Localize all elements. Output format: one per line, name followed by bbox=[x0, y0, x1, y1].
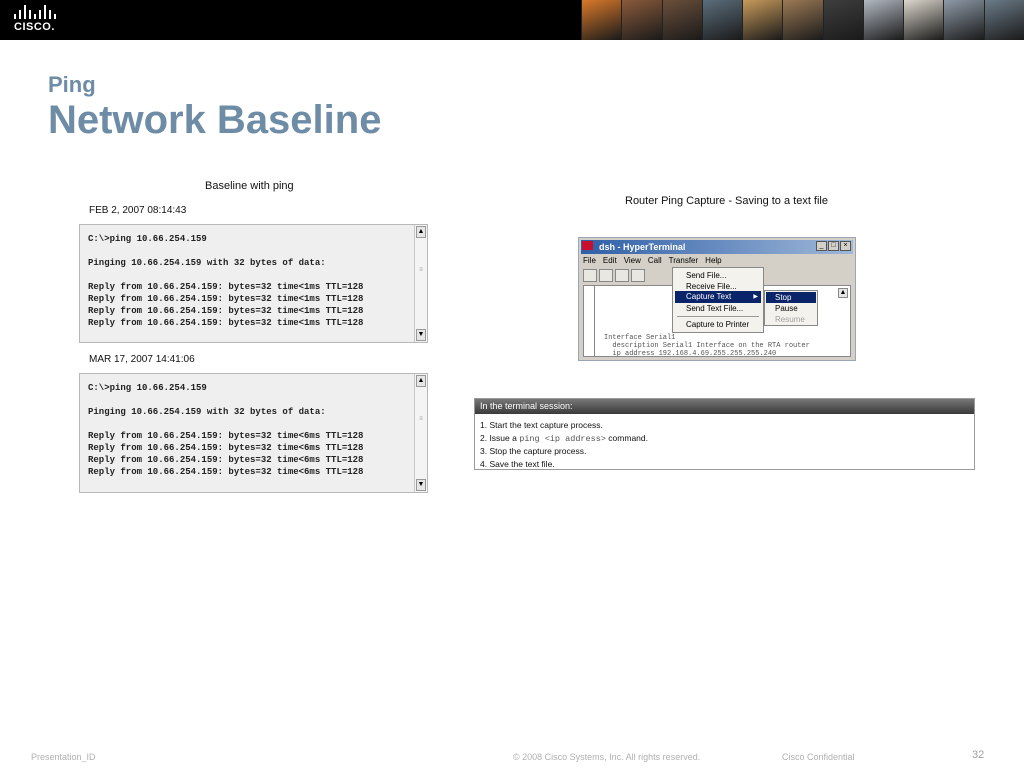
banner-photo bbox=[621, 0, 662, 40]
menu-bar: File Edit View Call Transfer Help bbox=[583, 256, 722, 265]
menu-item-send-text-file[interactable]: Send Text File... bbox=[675, 303, 761, 315]
scroll-up-icon[interactable]: ▲ bbox=[416, 226, 426, 238]
ping-output-text-1: C:\>ping 10.66.254.159 Pinging 10.66.254… bbox=[88, 234, 364, 328]
banner-photo bbox=[903, 0, 944, 40]
minimize-button[interactable]: _ bbox=[816, 241, 827, 251]
footer-confidential: Cisco Confidential bbox=[782, 752, 855, 762]
slide-subtitle: Ping bbox=[48, 72, 96, 97]
close-button[interactable]: × bbox=[840, 241, 851, 251]
scroll-up-icon[interactable]: ▲ bbox=[416, 375, 426, 387]
banner-photo bbox=[782, 0, 823, 40]
panel-body: 1. Start the text capture process. 2. Is… bbox=[475, 414, 974, 470]
cisco-logo-text: CISCO. bbox=[14, 21, 55, 33]
capture-submenu: Stop Pause Resume bbox=[764, 290, 818, 326]
new-file-icon[interactable] bbox=[583, 269, 597, 282]
capture1-date: FEB 2, 2007 08:14:43 bbox=[89, 205, 187, 216]
banner-photo bbox=[742, 0, 783, 40]
slide-title: Network Baseline bbox=[48, 98, 382, 142]
step-1: 1. Start the text capture process. bbox=[480, 420, 603, 430]
footer-copyright: © 2008 Cisco Systems, Inc. All rights re… bbox=[513, 752, 701, 762]
panel-header: In the terminal session: bbox=[475, 399, 974, 414]
step-2-pre: 2. Issue a bbox=[480, 432, 520, 443]
phone-icon[interactable] bbox=[615, 269, 629, 282]
terminal-session-panel: In the terminal session: 1. Start the te… bbox=[474, 398, 975, 470]
toolbar bbox=[583, 269, 645, 282]
baseline-caption: Baseline with ping bbox=[205, 180, 294, 192]
scrollbar-2[interactable]: ▲ ≡ ▼ bbox=[414, 374, 427, 492]
submenu-item-pause[interactable]: Pause bbox=[766, 303, 816, 314]
banner-photo bbox=[862, 0, 904, 40]
menu-view[interactable]: View bbox=[624, 256, 641, 265]
banner-photo bbox=[822, 0, 863, 40]
banner-photo bbox=[581, 0, 622, 40]
step-4: 4. Save the text file. bbox=[480, 458, 555, 469]
step-2-post: command. bbox=[605, 432, 648, 443]
footer-presentation-id: Presentation_ID bbox=[31, 752, 96, 762]
open-folder-icon[interactable] bbox=[599, 269, 613, 282]
step-2: 2. Issue a ping <ip address> command. bbox=[480, 432, 974, 446]
submenu-item-resume: Resume bbox=[775, 315, 805, 324]
step-2-code: ping <ip address> bbox=[519, 433, 606, 444]
menu-help[interactable]: Help bbox=[705, 256, 721, 265]
menu-edit[interactable]: Edit bbox=[603, 256, 617, 265]
transfer-menu: Send File... Receive File... Capture Tex… bbox=[672, 267, 764, 333]
hyperterminal-app-icon bbox=[582, 241, 593, 250]
submenu-item-stop[interactable]: Stop bbox=[766, 292, 816, 303]
terminal-text: Interface Serial1 description Serial1 In… bbox=[604, 334, 810, 358]
menu-file[interactable]: File bbox=[583, 256, 596, 265]
ping-output-window-1: C:\>ping 10.66.254.159 Pinging 10.66.254… bbox=[79, 224, 428, 343]
page-number: 32 bbox=[972, 749, 985, 761]
menu-item-capture-text[interactable]: Capture Text ▶ bbox=[675, 291, 761, 303]
cisco-logo-bars-icon bbox=[14, 5, 62, 19]
window-title: dsh - HyperTerminal bbox=[581, 240, 853, 254]
banner-photo bbox=[943, 0, 984, 40]
menu-call[interactable]: Call bbox=[648, 256, 662, 265]
capture2-date: MAR 17, 2007 14:41:06 bbox=[89, 354, 195, 365]
scroll-up-icon[interactable]: ▲ bbox=[838, 288, 848, 298]
scroll-thumb-icon[interactable]: ≡ bbox=[417, 267, 425, 277]
step-3: 3. Stop the capture process. bbox=[480, 446, 587, 456]
terminal-divider bbox=[594, 286, 595, 356]
banner-photo bbox=[661, 0, 702, 40]
photo-strip bbox=[581, 0, 1024, 40]
submenu-arrow-icon: ▶ bbox=[753, 294, 758, 300]
ping-output-window-2: C:\>ping 10.66.254.159 Pinging 10.66.254… bbox=[79, 373, 428, 493]
banner-photo bbox=[983, 0, 1024, 40]
menu-separator bbox=[677, 316, 759, 317]
banner-photo bbox=[701, 0, 743, 40]
menu-item-capture-to-printer[interactable]: Capture to Printer bbox=[675, 319, 761, 331]
hyperterminal-caption: Router Ping Capture - Saving to a text f… bbox=[625, 195, 828, 207]
scroll-thumb-icon[interactable]: ≡ bbox=[417, 416, 425, 426]
menu-transfer[interactable]: Transfer bbox=[669, 256, 699, 265]
disconnect-icon[interactable] bbox=[631, 269, 645, 282]
ping-output-text-2: C:\>ping 10.66.254.159 Pinging 10.66.254… bbox=[88, 383, 364, 477]
maximize-button[interactable]: □ bbox=[828, 241, 839, 251]
scroll-down-icon[interactable]: ▼ bbox=[416, 479, 426, 491]
scrollbar-1[interactable]: ▲ ≡ ▼ bbox=[414, 225, 427, 342]
scroll-down-icon[interactable]: ▼ bbox=[416, 329, 426, 341]
top-banner: CISCO. bbox=[0, 0, 1024, 40]
capture-text-label: Capture Text bbox=[686, 292, 732, 301]
cisco-logo: CISCO. bbox=[14, 5, 62, 35]
